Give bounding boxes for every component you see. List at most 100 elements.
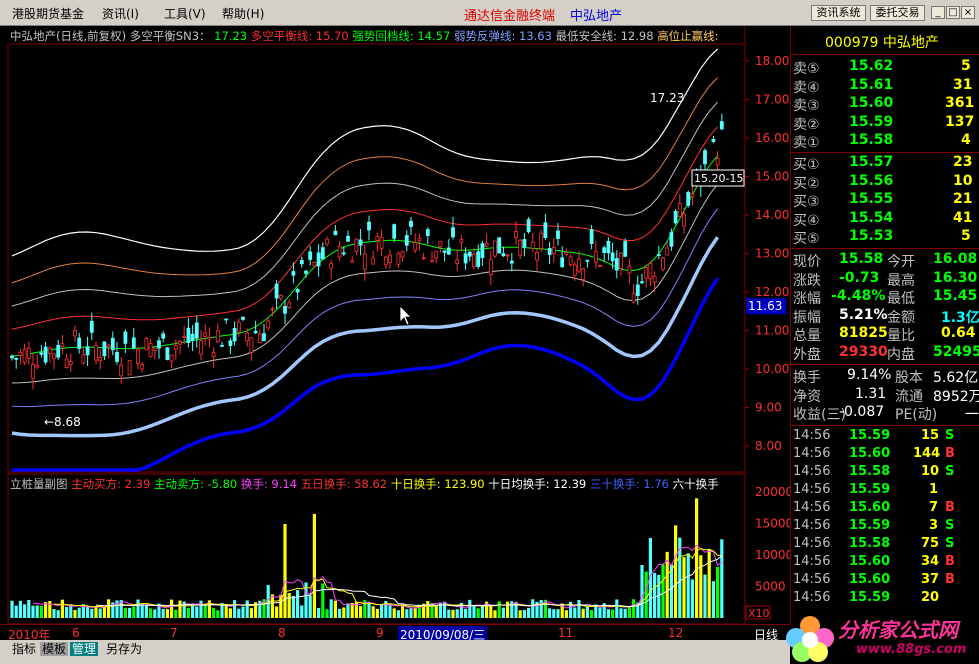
tick-price: 15.60 — [849, 500, 891, 515]
menu-help[interactable]: 帮助(H) — [222, 5, 264, 22]
volume-bar — [451, 609, 455, 618]
volume-bar — [44, 602, 48, 618]
indicator-value-5: 高位止赢线: — [657, 29, 719, 43]
news-system-button[interactable]: 资讯系统 — [811, 5, 866, 21]
volume-bar — [132, 606, 136, 618]
indicator-values: 17.23 多空平衡线: 15.70 强势回档线: 14.57 弱势反弹线: 1… — [214, 29, 718, 43]
volume-bar — [707, 549, 711, 618]
candle-body — [535, 251, 539, 261]
volume-bar — [527, 607, 531, 618]
candle-body — [81, 354, 86, 364]
volume-bar — [573, 607, 577, 618]
sub-indicator-value-2: 换手: 9.14 — [240, 477, 301, 491]
quote-title: 000979 中弘地产 — [825, 35, 939, 51]
candle-body — [73, 330, 77, 337]
band-balance-red — [11, 126, 718, 330]
price-pane-border — [7, 43, 746, 473]
stat-label: 金额 — [887, 309, 915, 326]
tick-time: 14:56 — [793, 446, 831, 461]
candle-body — [593, 250, 598, 263]
volume-bar — [18, 600, 22, 618]
candle-body — [396, 252, 401, 265]
tick-price: 15.59 — [849, 590, 891, 605]
trade-button[interactable]: 委托交易 — [870, 5, 925, 21]
fundamental-label: 收益(三) — [793, 407, 846, 423]
tab-save-as[interactable]: 另存为 — [104, 642, 144, 656]
candle-body — [333, 230, 338, 236]
bid-label: 买① — [793, 157, 820, 173]
candle-body — [26, 347, 31, 360]
candle-body — [278, 295, 283, 299]
candle-body — [182, 335, 187, 338]
volume-axis-label: 15000 — [755, 517, 790, 531]
candle-body — [610, 252, 615, 262]
close-icon[interactable]: × — [961, 6, 975, 19]
ask-label: 卖⑤ — [793, 61, 820, 77]
tick-price: 15.60 — [849, 554, 891, 569]
menu-tools[interactable]: 工具(V) — [164, 5, 206, 22]
candle-body — [152, 347, 157, 351]
volume-bar — [216, 610, 220, 618]
volume-bar — [695, 498, 699, 618]
tick-price: 15.58 — [849, 536, 891, 551]
stat-value: 15.45 — [933, 288, 978, 304]
candle-body — [413, 242, 418, 251]
candle-body — [446, 247, 451, 255]
tab-indicator[interactable]: 指标 — [10, 642, 38, 656]
ask-price: 15.62 — [849, 58, 894, 74]
candle-body — [497, 237, 502, 254]
volume-bar — [611, 609, 615, 618]
stock-period-label: 中弘地产(日线,前复权) — [10, 29, 127, 43]
volume-bar — [212, 607, 216, 618]
volume-bar — [585, 606, 589, 618]
fundamental-value: -0.087 — [839, 404, 885, 420]
tick-side: B — [945, 554, 955, 569]
fundamental-value: 5.62亿 — [933, 370, 979, 386]
candle-body — [47, 347, 52, 354]
maximize-icon[interactable]: □ — [946, 6, 960, 19]
candlestick-chart[interactable]: 18.00 17.00 16.00 15.00 14.00 13.00 12.00 11.00… — [0, 26, 790, 624]
candle-body — [501, 253, 506, 257]
tab-template[interactable]: 模板 — [40, 642, 69, 656]
bid-price: 15.55 — [849, 191, 894, 208]
candle-body — [89, 320, 94, 333]
candle-body — [312, 261, 317, 267]
watermark-title: 分析家公式网 — [838, 618, 958, 642]
candle-body — [14, 357, 19, 360]
volume-bar — [90, 608, 94, 618]
candle-body — [635, 284, 640, 296]
candle-body — [673, 210, 678, 224]
bid-price: 15.56 — [849, 172, 894, 189]
tab-manage[interactable]: 管理 — [70, 642, 99, 656]
minimize-icon[interactable]: _ — [931, 6, 945, 19]
tick-time: 14:56 — [793, 500, 831, 515]
candle-body — [530, 241, 535, 249]
volume-bar — [606, 609, 610, 618]
candle-body — [430, 259, 434, 263]
candle-body — [400, 251, 405, 258]
candle-body — [581, 268, 586, 280]
fundamental-value: 9.14% — [847, 367, 892, 383]
candle-body — [325, 238, 329, 245]
date-axis-label: 7 — [170, 626, 178, 640]
volume-bar — [720, 539, 724, 618]
volume-bar — [94, 607, 98, 618]
volume-bar — [669, 564, 673, 618]
volume-bar — [359, 606, 363, 618]
stat-label: 今开 — [887, 254, 915, 270]
candle-body — [287, 302, 292, 308]
menu-news[interactable]: 资讯(I) — [102, 5, 139, 22]
volume-axis-label: 20000 — [755, 485, 790, 499]
candle-body — [392, 224, 397, 239]
tick-time: 14:56 — [793, 482, 831, 497]
app-stock-title: 中弘地产 — [570, 9, 623, 24]
indicator-name: 多空平衡SN3： — [129, 29, 211, 43]
menu-hk-futures[interactable]: 港股期货基金 — [12, 5, 84, 22]
volume-bar — [165, 609, 169, 618]
stat-label: 最高 — [887, 272, 915, 289]
menu-bar: 港股期货基金 资讯(I) 工具(V) 帮助(H) 通达信金融终端 中弘地产 资讯… — [0, 0, 979, 26]
candle-body — [350, 260, 355, 263]
indicator-value-0: 17.23 — [214, 29, 251, 43]
candle-body — [157, 340, 161, 349]
volume-bar — [682, 557, 686, 618]
